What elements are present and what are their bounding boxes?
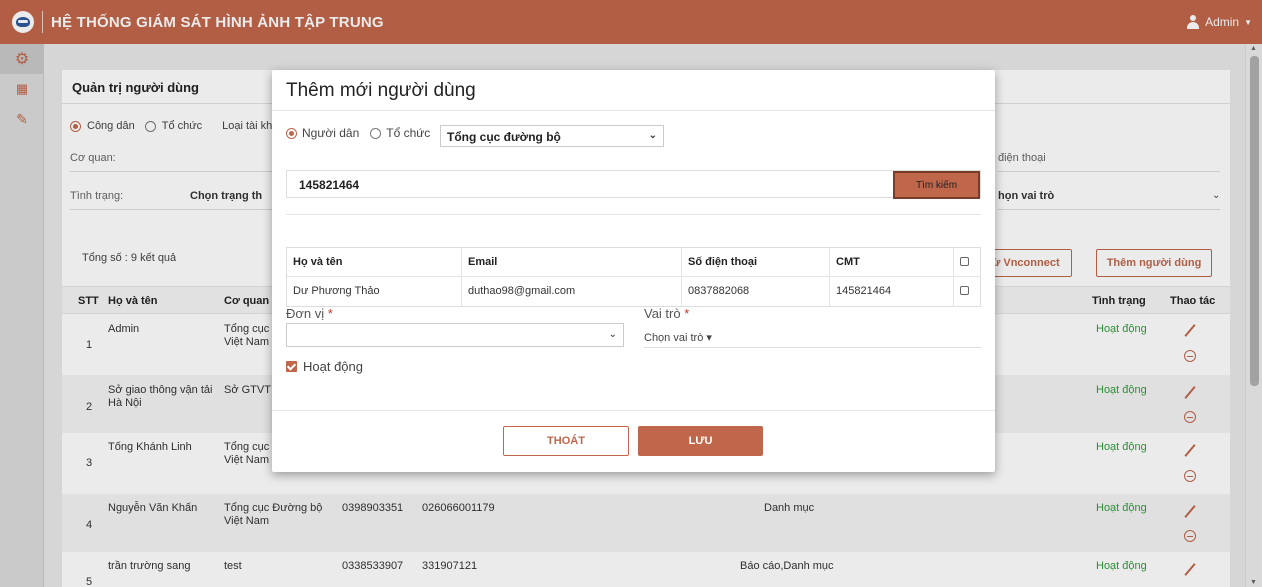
th-id-number: CMT [830,248,954,277]
modal-divider [272,110,995,111]
radio-organization-label: Tổ chức [386,126,431,140]
result-id-number: 145821464 [830,277,954,306]
user-type-radios: Người dân Tổ chức [286,126,430,140]
radio-citizen-label: Người dân [302,126,360,140]
agency-select-value: Tổng cục đường bộ [447,130,561,144]
select-all-checkbox[interactable] [960,257,969,266]
th-email: Email [462,248,682,277]
search-box: Tìm kiếm [286,170,981,199]
search-button[interactable]: Tìm kiếm [893,171,980,199]
th-name: Họ và tên [287,248,462,277]
chevron-down-icon: ⌄ [608,329,617,340]
role-label-text: Vai trò [644,306,681,321]
active-toggle[interactable]: Hoạt động [286,359,363,374]
result-email: duthao98@gmail.com [462,277,682,306]
radio-organization[interactable] [370,127,382,139]
agency-select[interactable]: Tổng cục đường bộ ⌄ [440,125,664,147]
chevron-down-icon: ⌄ [648,130,657,141]
role-select-line [644,347,981,348]
select-all-cell [954,248,982,277]
row-checkbox[interactable] [960,286,969,295]
radio-citizen[interactable] [286,127,297,139]
result-phone: 0837882068 [682,277,830,306]
role-label: Vai trò * [644,306,689,321]
add-user-modal: Thêm mới người dùng Người dân Tổ chức Tổ… [272,70,995,472]
search-input[interactable] [299,178,799,192]
modal-divider [272,410,995,411]
row-select-cell [954,277,982,306]
unit-label-text: Đơn vị [286,306,325,321]
th-phone: Số điện thoại [682,248,830,277]
unit-select[interactable]: ⌄ [286,323,624,347]
table-row: Dư Phương Thảo duthao98@gmail.com 083788… [287,277,980,306]
search-results-table: Họ và tên Email Số điện thoại CMT Dư Phư… [286,247,981,307]
result-name: Dư Phương Thảo [287,277,462,306]
unit-label: Đơn vị * [286,306,333,321]
exit-button[interactable]: THOÁT [503,426,629,456]
save-button[interactable]: LƯU [638,426,763,456]
modal-divider [286,214,981,215]
required-mark: * [327,306,333,321]
required-mark: * [684,306,690,321]
results-header-row: Họ và tên Email Số điện thoại CMT [287,248,980,277]
modal-title: Thêm mới người dùng [286,80,476,101]
active-checkbox[interactable] [286,361,297,372]
active-label: Hoạt động [303,359,363,374]
role-select[interactable]: Chọn vai trò ▾ [644,331,712,344]
